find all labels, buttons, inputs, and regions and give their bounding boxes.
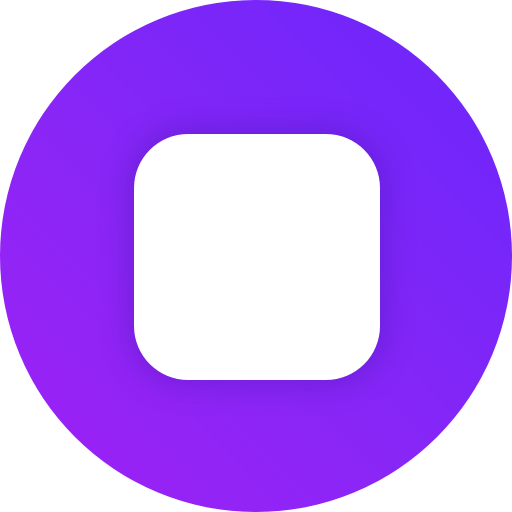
stop-icon [134,134,380,380]
app-icon-canvas [0,0,512,512]
stop-button[interactable] [0,0,512,512]
